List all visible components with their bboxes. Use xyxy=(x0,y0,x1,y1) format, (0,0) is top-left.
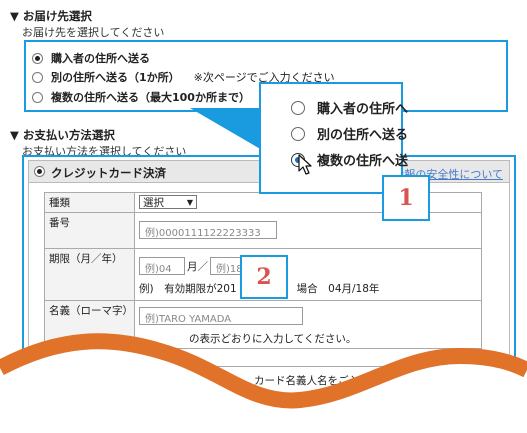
decorative-wave xyxy=(0,333,527,433)
